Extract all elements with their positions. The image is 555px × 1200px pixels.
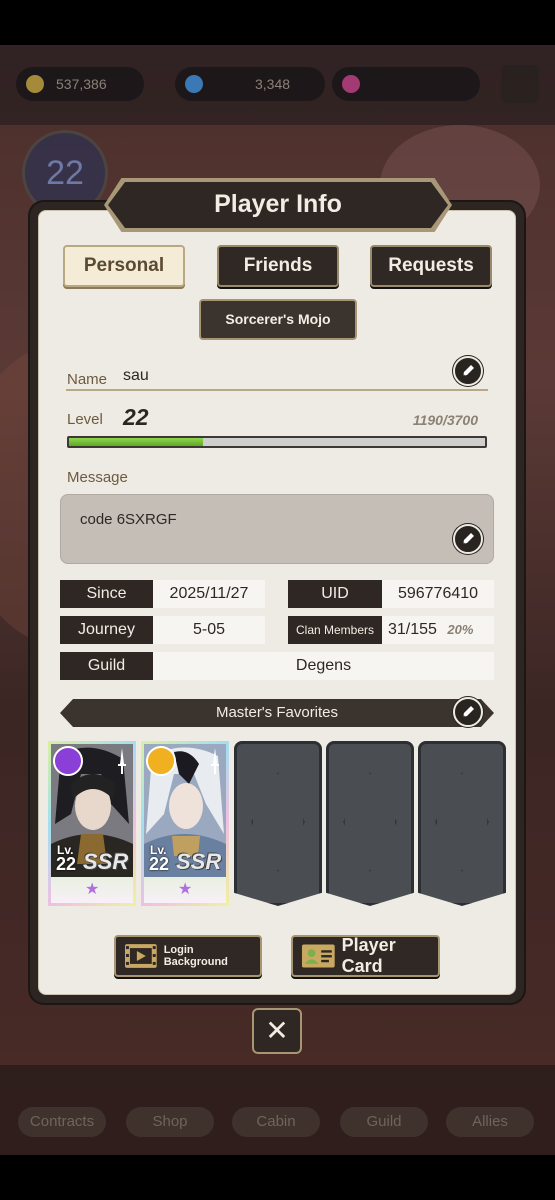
nav-contracts: Contracts <box>18 1107 106 1137</box>
card-level: 22 <box>149 854 170 874</box>
id-card-icon <box>301 944 335 968</box>
element-orb-icon <box>53 746 83 776</box>
clan-percent: 20% <box>447 622 474 637</box>
title-badge[interactable]: Sorcerer's Mojo <box>199 299 357 340</box>
journey-label: Journey <box>60 616 153 644</box>
resource-gold: 537,386 <box>16 67 144 101</box>
info-since: Since 2025/11/27 <box>60 580 265 608</box>
info-guild: Guild Degens <box>60 652 494 680</box>
nav-guild: Guild <box>340 1107 428 1137</box>
uid-value: 596776410 <box>382 580 494 608</box>
pencil-icon <box>463 365 474 376</box>
resource-gold-value: 537,386 <box>56 76 107 92</box>
xp-bar <box>67 436 487 448</box>
film-icon <box>124 944 157 968</box>
edit-favorites-button[interactable] <box>453 697 483 727</box>
element-orb-icon <box>146 746 176 776</box>
empty-slot-icon <box>251 772 305 872</box>
card-rarity: SSR <box>176 849 222 874</box>
tab-requests[interactable]: Requests <box>370 245 492 287</box>
player-card-button[interactable]: Player Card <box>291 935 440 977</box>
card-rarity: SSR <box>83 849 129 874</box>
empty-favorite-slot[interactable] <box>234 741 322 906</box>
pencil-icon <box>463 533 474 544</box>
favorites-title: Master's Favorites <box>215 704 339 721</box>
name-underline <box>66 389 488 391</box>
player-card-label: Player Card <box>341 935 396 976</box>
empty-slot-icon <box>343 772 397 872</box>
player-level: 22 <box>123 404 149 430</box>
bg-level-value: 22 <box>46 154 84 192</box>
journey-value: 5-05 <box>153 616 265 644</box>
sword-icon <box>211 748 219 774</box>
favorites-header: Master's Favorites <box>60 699 494 727</box>
name-label: Name <box>67 371 108 388</box>
pencil-icon <box>463 706 474 717</box>
dialog-title: Player Info <box>108 182 448 228</box>
message-label: Message <box>67 469 128 486</box>
tab-friends[interactable]: Friends <box>217 245 339 287</box>
since-value: 2025/11/27 <box>153 580 265 608</box>
sword-icon <box>118 748 126 774</box>
pink-gem-icon <box>342 75 360 93</box>
close-button[interactable]: ✕ <box>252 1008 302 1054</box>
edit-message-button[interactable] <box>453 524 483 554</box>
info-journey: Journey 5-05 <box>60 616 265 644</box>
favorite-card[interactable]: Lv. 22 SSR ★ <box>48 741 136 906</box>
resource-gem: 3,348 <box>175 67 325 101</box>
gold-coin-icon <box>26 75 44 93</box>
clan-value-cell: 31/155 20% <box>382 616 494 644</box>
info-uid: UID 596776410 <box>288 580 494 608</box>
empty-favorite-slot[interactable] <box>418 741 506 906</box>
xp-text: 1190/3700 <box>412 412 478 428</box>
login-background-label: Login Background <box>163 944 228 968</box>
level-label: Level <box>67 411 103 428</box>
empty-favorite-slot[interactable] <box>326 741 414 906</box>
clan-label: Clan Members <box>288 616 382 644</box>
player-name: sau <box>123 367 149 384</box>
xp-fill <box>69 438 203 446</box>
edit-name-button[interactable] <box>453 356 483 386</box>
blue-gem-icon <box>185 75 203 93</box>
message-text: code 6SXRGF <box>80 511 177 528</box>
card-level: 22 <box>56 854 77 874</box>
star-icon: ★ <box>178 881 193 898</box>
close-icon: ✕ <box>265 1015 289 1046</box>
nav-allies: Allies <box>446 1107 534 1137</box>
info-clan: Clan Members 31/155 20% <box>288 616 494 644</box>
favorite-card[interactable]: Lv. 22 SSR ★ <box>141 741 229 906</box>
guild-value[interactable]: Degens <box>153 652 494 680</box>
star-icon: ★ <box>85 881 100 898</box>
login-background-button[interactable]: Login Background <box>114 935 262 977</box>
resource-pink <box>332 67 480 101</box>
clan-value: 31/155 <box>388 621 437 638</box>
nav-shop: Shop <box>126 1107 214 1137</box>
uid-label: UID <box>288 580 382 608</box>
bottom-nav: Contracts Shop Cabin Guild Allies <box>0 1065 555 1155</box>
since-label: Since <box>60 580 153 608</box>
nav-cabin: Cabin <box>232 1107 320 1137</box>
message-box <box>60 494 494 564</box>
resource-gem-value: 3,348 <box>255 76 291 92</box>
top-resource-bar: 537,386 3,348 <box>0 45 555 125</box>
empty-slot-icon <box>435 772 489 872</box>
tab-personal[interactable]: Personal <box>63 245 185 287</box>
menu-button <box>501 65 539 103</box>
guild-label: Guild <box>60 652 153 680</box>
